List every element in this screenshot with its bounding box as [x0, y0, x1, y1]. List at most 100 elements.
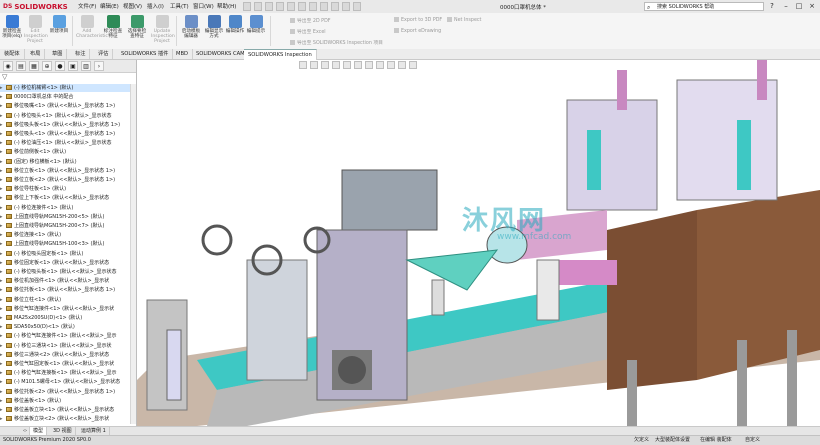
tab-assembly[interactable]: 装配体: [0, 49, 25, 59]
panel-more-icon[interactable]: ›: [94, 61, 104, 71]
ribbon-button-new-inspection-project[interactable]: 新建检查项目(elq): [1, 15, 23, 39]
tree-item[interactable]: ▸ 移位上下板<1> (默认<<默认>_显示状态: [0, 194, 136, 202]
tree-item[interactable]: ▸ (固定) 移位横板<1> (默认): [0, 158, 136, 166]
redo-icon[interactable]: [309, 2, 317, 11]
maximize-button[interactable]: □: [793, 1, 805, 11]
tree-item[interactable]: ▸ 移位固定板<1> (默认<<默认>_显示状态: [0, 259, 136, 267]
tree-item[interactable]: ▸ 移位立柱<1> (默认): [0, 296, 136, 304]
options-gear-icon[interactable]: [353, 2, 361, 11]
ribbon-button-update-inspection-project[interactable]: Update Inspection Project: [151, 15, 175, 44]
undo-icon[interactable]: [298, 2, 306, 11]
ribbon-button-edit-display[interactable]: 编辑显示方式: [203, 15, 225, 39]
tab-solidworks-cam[interactable]: SOLIDWORKS CAM: [192, 49, 250, 59]
tree-item[interactable]: ▸ 上固直线导轨MGN15H-200<7> (默认): [0, 222, 136, 230]
tab-markup[interactable]: 标注: [71, 49, 91, 59]
export-excel-button[interactable]: 导出至 Excel: [290, 28, 326, 35]
tree-item[interactable]: ▸ 移位气缸固定板<1> (默认<<默认>_显示状: [0, 360, 136, 368]
display-manager-tab-icon[interactable]: ●: [55, 61, 65, 71]
tree-item[interactable]: ▸ 移位盖板立块<1> (默认<<默认>_显示状态: [0, 406, 136, 414]
zoom-to-fit-icon[interactable]: [299, 61, 307, 69]
tree-scrollbar[interactable]: [130, 84, 136, 424]
tree-item[interactable]: ▸ 移位气缸连接件<1> (默认<<默认>_显示状: [0, 305, 136, 313]
tree-item[interactable]: ▸ (-) M101.5螺母<1> (默认<<默认>_显示状态: [0, 378, 136, 386]
ribbon-button-mark-characteristic[interactable]: 标注检查特征: [102, 15, 124, 39]
net-inspect-button[interactable]: Net Inspect: [447, 17, 481, 23]
solidworks-logo[interactable]: DS SOLIDWORKS: [3, 1, 68, 12]
tree-item[interactable]: ▸ (-) 移位气缸连接件<1> (默认<<默认>_显示: [0, 332, 136, 340]
property-manager-tab-icon[interactable]: ▤: [16, 61, 26, 71]
tree-item[interactable]: ▸ (-) 移位连接件<1> (默认): [0, 204, 136, 212]
rebuild-icon[interactable]: [331, 2, 339, 11]
tree-item[interactable]: ▸ 上固直线导轨MGN15H-100<3> (默认): [0, 240, 136, 248]
menu-file[interactable]: 文件(F): [78, 2, 96, 10]
print-icon[interactable]: [287, 2, 295, 11]
tree-item[interactable]: ▸ 移位连接<1> (默认): [0, 231, 136, 239]
tree-item[interactable]: ▸ 移位盖板立块<2> (默认<<默认>_显示状: [0, 415, 136, 423]
dynamic-annotation-icon[interactable]: [343, 61, 351, 69]
zoom-area-icon[interactable]: [310, 61, 318, 69]
export-inspection-project-button[interactable]: 导出至 SOLIDWORKS Inspection 项目: [290, 39, 383, 46]
export-3d-pdf-button[interactable]: Export to 3D PDF: [394, 17, 442, 23]
ribbon-button-add-characteristic[interactable]: Add Characteristic: [76, 15, 108, 39]
feature-tree-tab-icon[interactable]: ◉: [3, 61, 13, 71]
tab-evaluate[interactable]: 评估: [94, 49, 114, 59]
help-question-icon[interactable]: ?: [766, 1, 778, 11]
tree-item[interactable]: ▸ 移位机加强件<1> (默认<<默认>_显示状: [0, 277, 136, 285]
select-cursor-icon[interactable]: [320, 2, 328, 11]
ribbon-button-edit-operation[interactable]: 编辑操作: [224, 15, 246, 34]
tree-item[interactable]: ▸ (-) 移位吸头固定板<1> (默认): [0, 250, 136, 258]
tab-layout[interactable]: 布局: [26, 49, 46, 59]
tab-mbd[interactable]: MBD: [172, 49, 194, 59]
menu-insert[interactable]: 插入(I): [147, 2, 164, 10]
tree-item[interactable]: ▸ (-) 移位油压<1> (默认<<默认>_显示状态: [0, 139, 136, 147]
view-orientation-icon[interactable]: [354, 61, 362, 69]
apply-scene-icon[interactable]: [398, 61, 406, 69]
display-style-icon[interactable]: [365, 61, 373, 69]
save-icon[interactable]: [276, 2, 284, 11]
configuration-tab-icon[interactable]: ▦: [29, 61, 39, 71]
file-properties-icon[interactable]: [342, 2, 350, 11]
inspection-tab-icon[interactable]: ▥: [81, 61, 91, 71]
help-search-input[interactable]: ⌕ 搜索 SOLIDWORKS 帮助: [644, 2, 764, 11]
tree-item[interactable]: ▸ 移位吸头板<1> (默认<<默认>_显示状态 1>): [0, 121, 136, 129]
tree-item[interactable]: ▸ 0000口罩机总体 中的配合: [0, 93, 136, 101]
export-edrawing-button[interactable]: Export eDrawing: [394, 28, 441, 34]
tab-solidworks-addins[interactable]: SOLIDWORKS 插件: [117, 49, 174, 59]
tree-item[interactable]: ▸ (-) 移位吸头<1> (默认<<默认>_显示状态: [0, 112, 136, 120]
section-view-icon[interactable]: [332, 61, 340, 69]
menu-tools[interactable]: 工具(T): [170, 2, 189, 10]
ribbon-button-template-editor[interactable]: 启动模板编辑器: [180, 15, 202, 39]
export-2d-pdf-button[interactable]: 导出至 2D PDF: [290, 17, 331, 24]
previous-view-icon[interactable]: [321, 61, 329, 69]
ribbon-button-new-project[interactable]: 新建项目: [48, 15, 70, 34]
tree-item[interactable]: ▸ 移位吸头<1> (默认<<默认>_显示状态 1>): [0, 130, 136, 138]
tree-item[interactable]: ▸ 移位托板<1> (默认<<默认>_显示状态 1>): [0, 286, 136, 294]
tree-item[interactable]: ▸ 移位前侧板<1> (默认): [0, 148, 136, 156]
menu-view[interactable]: 视图(V): [123, 2, 142, 10]
close-button[interactable]: ×: [806, 1, 818, 11]
tree-item[interactable]: ▸ 移位吸嘴<1> (默认<<默认>_显示状态 1>): [0, 102, 136, 110]
graphics-area[interactable]: 沐风网 www.mfcad.com: [137, 60, 820, 426]
menu-edit[interactable]: 编辑(E): [100, 2, 119, 10]
tree-item[interactable]: ▸ 移位盖板<1> (默认): [0, 397, 136, 405]
ribbon-button-select-characteristic[interactable]: 选择要检查特征: [126, 15, 148, 39]
tree-item[interactable]: ▸ (-) 移位机械臂<1> (默认): [0, 84, 136, 92]
cam-tab-icon[interactable]: ▣: [68, 61, 78, 71]
tab-solidworks-inspection[interactable]: SOLIDWORKS Inspection: [244, 49, 317, 60]
ribbon-button-edit-inspection-project[interactable]: Edit Inspection Project: [24, 15, 48, 44]
tree-item[interactable]: ▸ SDA50x50(D)<1> (默认): [0, 323, 136, 331]
home-icon[interactable]: [243, 2, 251, 11]
tree-item[interactable]: ▸ (-) 移位气缸连接板<1> (默认<<默认>_显示: [0, 369, 136, 377]
filter-icon[interactable]: ▽: [2, 73, 7, 81]
menu-window[interactable]: 窗口(W): [193, 2, 214, 10]
dimxpert-tab-icon[interactable]: ⊕: [42, 61, 52, 71]
tree-item[interactable]: ▸ 移位导柱板<1> (默认): [0, 185, 136, 193]
tree-item[interactable]: ▸ 移位立板<2> (默认<<默认>_显示状态 1>): [0, 176, 136, 184]
tab-sketch[interactable]: 草图: [48, 49, 68, 59]
tree-item[interactable]: ▸ (-) 移位吸头板<1> (默认<<默认>_显示状态: [0, 268, 136, 276]
view-settings-icon[interactable]: [409, 61, 417, 69]
open-folder-icon[interactable]: [265, 2, 273, 11]
tree-item[interactable]: ▸ 移位三通块<2> (默认<<默认>_显示状态: [0, 351, 136, 359]
minimize-button[interactable]: –: [780, 1, 792, 11]
hide-show-icon[interactable]: [376, 61, 384, 69]
